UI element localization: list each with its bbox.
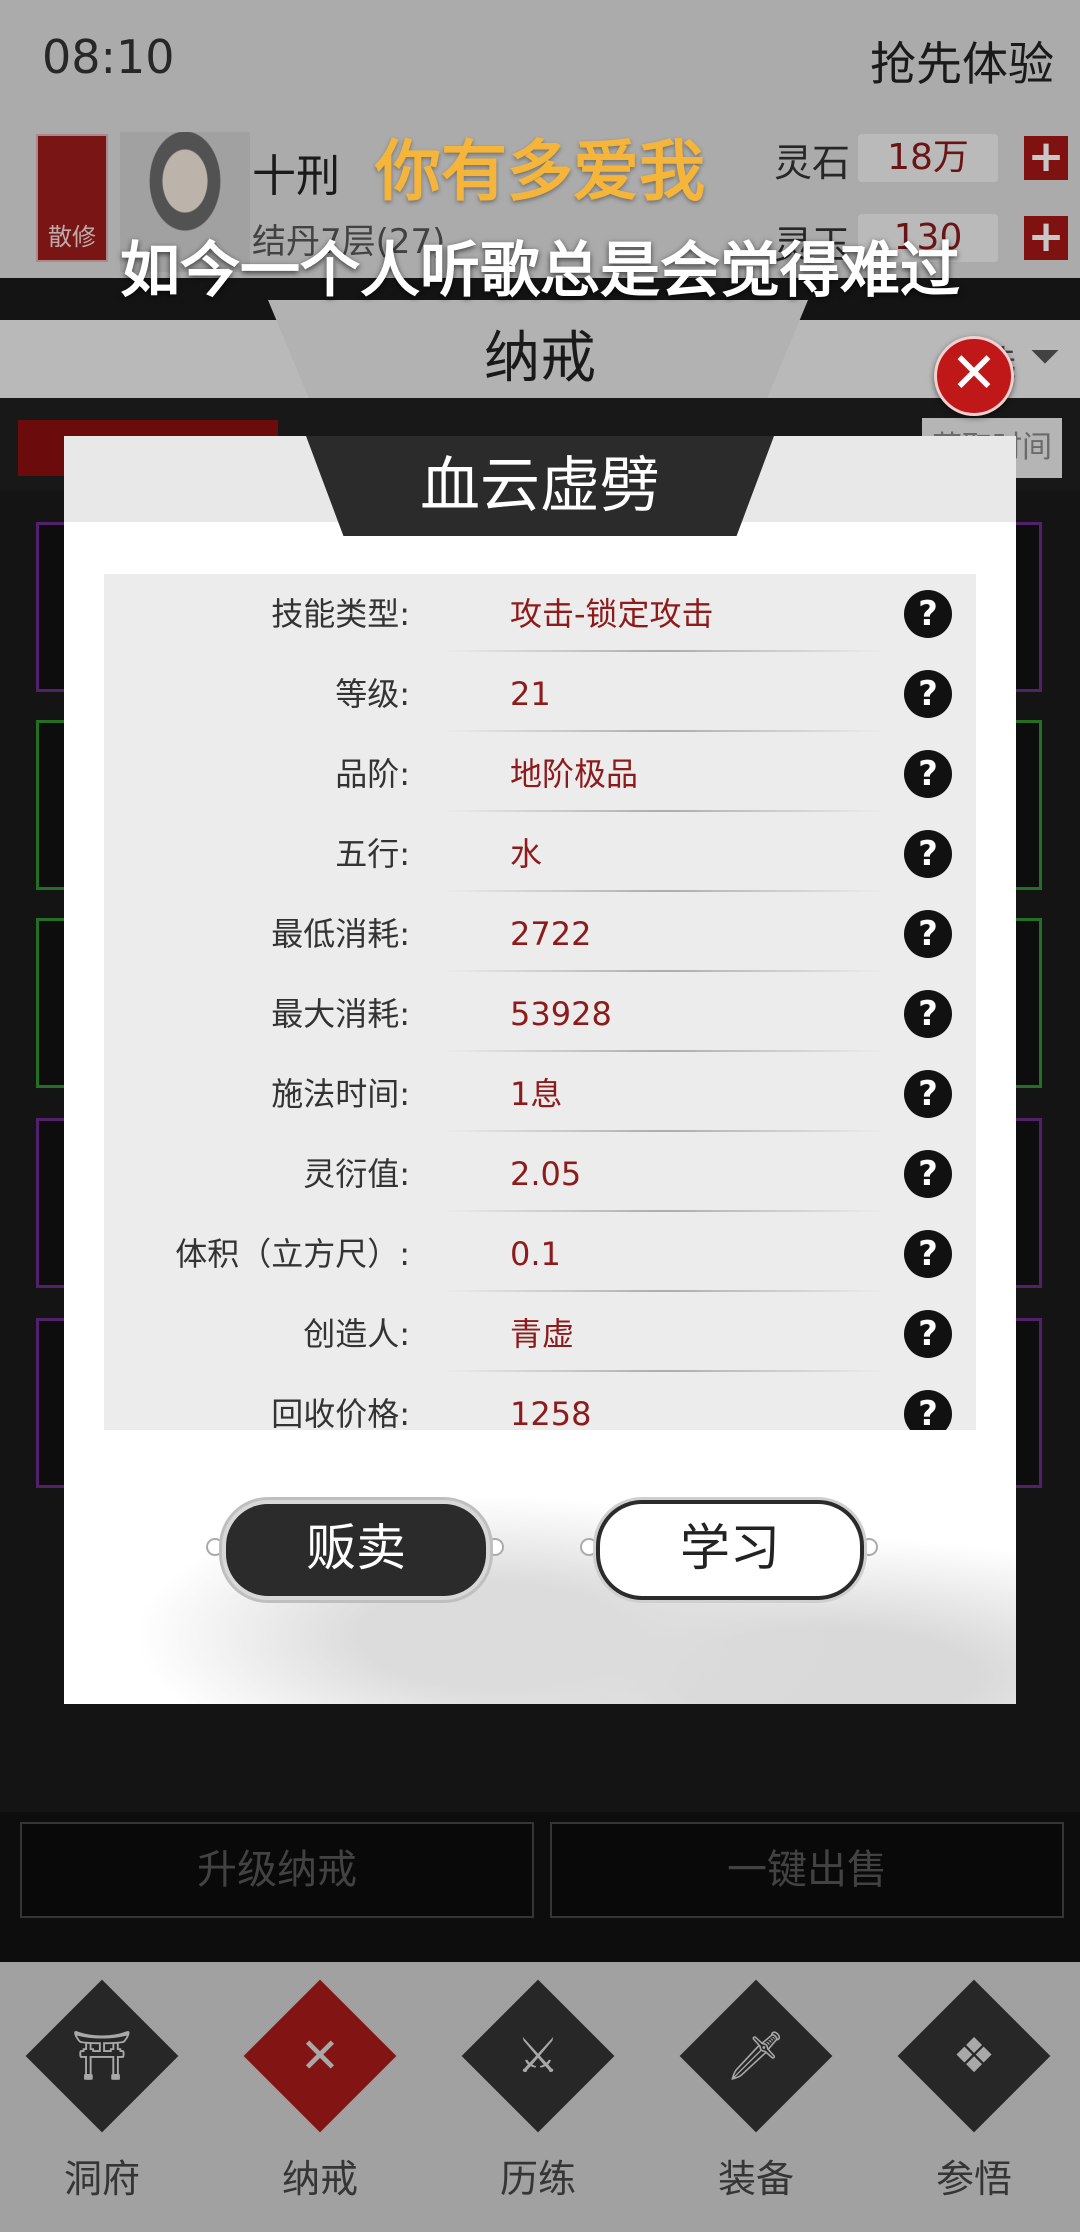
stat-key: 创造人: — [303, 1315, 410, 1353]
row-divider — [444, 650, 884, 652]
help-icon[interactable]: ? — [904, 830, 952, 878]
stat-value: 53928 — [510, 995, 612, 1033]
row-divider — [444, 890, 884, 892]
stat-value: 1258 — [510, 1395, 592, 1430]
stat-row: 五行: 水 ? — [104, 814, 976, 894]
dialog-title: 血云虚劈 — [420, 451, 660, 521]
row-divider — [444, 1050, 884, 1052]
lyric-line-2: 如今一个人听歌总是会觉得难过 — [120, 236, 960, 306]
help-icon[interactable]: ? — [904, 590, 952, 638]
stat-value: 青虚 — [510, 1315, 575, 1353]
stat-row: 施法时间: 1息 ? — [104, 1054, 976, 1134]
row-divider — [444, 1290, 884, 1292]
help-icon[interactable]: ? — [904, 990, 952, 1038]
help-icon[interactable]: ? — [904, 1310, 952, 1358]
sell-button[interactable]: 贩卖 — [222, 1500, 490, 1600]
row-divider — [444, 730, 884, 732]
stat-row: 品阶: 地阶极品 ? — [104, 734, 976, 814]
stat-row: 体积（立方尺）: 0.1 ? — [104, 1214, 976, 1294]
stat-row: 技能类型: 攻击-锁定攻击 ? — [104, 574, 976, 654]
stat-row: 最低消耗: 2722 ? — [104, 894, 976, 974]
stat-value: 水 — [510, 835, 543, 873]
stat-value: 2.05 — [510, 1155, 582, 1193]
stat-key: 最大消耗: — [271, 995, 410, 1033]
row-divider — [444, 810, 884, 812]
stat-key: 施法时间: — [271, 1075, 410, 1113]
stat-key: 技能类型: — [271, 595, 410, 633]
stat-row: 回收价格: 1258 ? — [104, 1374, 976, 1430]
skill-stats-panel: 技能类型: 攻击-锁定攻击 ? 等级: 21 ? 品阶: 地阶极品 ? 五行: … — [104, 574, 976, 1430]
stat-key: 灵衍值: — [303, 1155, 410, 1193]
help-icon[interactable]: ? — [904, 1390, 952, 1430]
stat-key: 体积（立方尺）: — [175, 1235, 410, 1273]
stat-key: 回收价格: — [271, 1395, 410, 1430]
stat-key: 最低消耗: — [271, 915, 410, 953]
stat-key: 五行: — [335, 835, 410, 873]
row-divider — [444, 1130, 884, 1132]
mist-decoration — [64, 1430, 1016, 1704]
row-divider — [444, 970, 884, 972]
help-icon[interactable]: ? — [904, 1230, 952, 1278]
stat-key: 品阶: — [335, 755, 410, 793]
stat-value: 0.1 — [510, 1235, 561, 1273]
stat-value: 2722 — [510, 915, 592, 953]
row-divider — [444, 1370, 884, 1372]
help-icon[interactable]: ? — [904, 750, 952, 798]
close-icon[interactable]: ✕ — [934, 336, 1014, 416]
stat-row: 最大消耗: 53928 ? — [104, 974, 976, 1054]
help-icon[interactable]: ? — [904, 1150, 952, 1198]
stat-row: 等级: 21 ? — [104, 654, 976, 734]
row-divider — [444, 1210, 884, 1212]
learn-button[interactable]: 学习 — [596, 1500, 864, 1600]
help-icon[interactable]: ? — [904, 1070, 952, 1118]
stat-value: 攻击-锁定攻击 — [510, 595, 714, 633]
stat-row: 灵衍值: 2.05 ? — [104, 1134, 976, 1214]
help-icon[interactable]: ? — [904, 670, 952, 718]
stat-row: 创造人: 青虚 ? — [104, 1294, 976, 1374]
stat-value: 1息 — [510, 1075, 563, 1113]
stat-value: 21 — [510, 675, 551, 713]
stat-key: 等级: — [335, 675, 410, 713]
lyric-line-1: 你有多爱我 — [375, 133, 705, 210]
stat-value: 地阶极品 — [510, 755, 639, 793]
help-icon[interactable]: ? — [904, 910, 952, 958]
